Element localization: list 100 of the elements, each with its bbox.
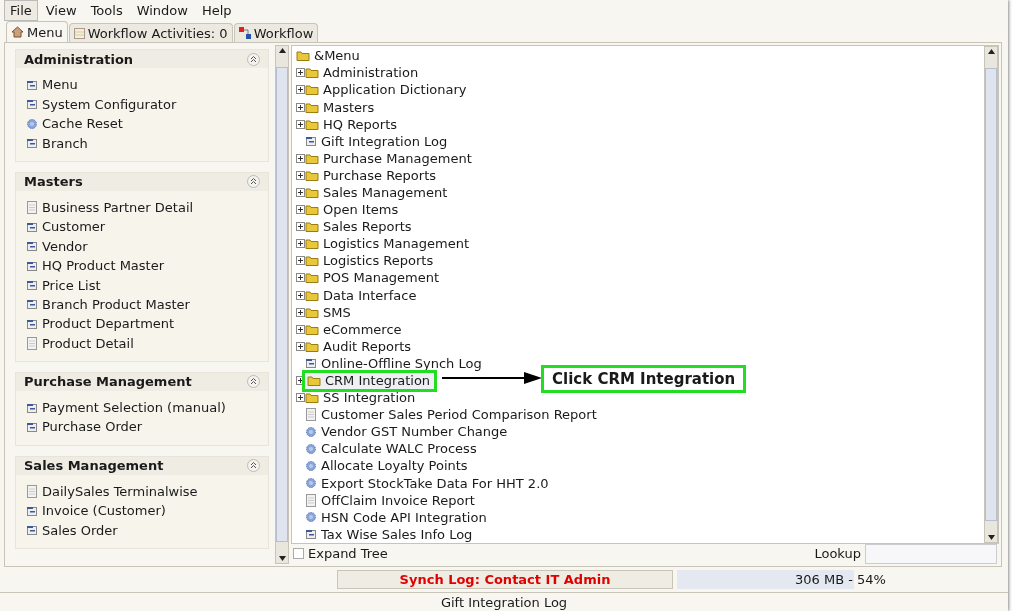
tree-node[interactable]: eCommerce bbox=[305, 321, 406, 338]
scroll-up-icon[interactable] bbox=[277, 46, 287, 56]
tab[interactable]: Menu bbox=[6, 21, 68, 43]
expand-icon[interactable] bbox=[296, 393, 305, 403]
tree-node[interactable]: Masters bbox=[305, 99, 379, 115]
expand-icon[interactable] bbox=[296, 205, 305, 215]
tree-node[interactable]: Export StockTake Data For HHT 2.0 bbox=[305, 475, 553, 492]
menu-item[interactable]: View bbox=[39, 0, 83, 22]
tree-node[interactable]: Data Interface bbox=[305, 287, 421, 304]
tree-node[interactable]: Logistics Management bbox=[305, 235, 473, 252]
folder-icon bbox=[305, 204, 319, 216]
expand-icon[interactable] bbox=[296, 119, 305, 129]
folder-icon bbox=[305, 169, 319, 181]
tree-node[interactable]: Administration bbox=[305, 64, 423, 81]
expand-icon[interactable] bbox=[296, 341, 305, 351]
tree-node[interactable]: Calculate WALC Process bbox=[305, 440, 481, 457]
memory-reading: 306 MB - 54% bbox=[795, 572, 886, 588]
menu-entry[interactable]: Customer bbox=[26, 217, 268, 237]
folder-icon bbox=[305, 187, 319, 198]
window-icon bbox=[305, 135, 317, 148]
tree-node[interactable]: Customer Sales Period Comparison Report bbox=[305, 406, 601, 423]
tree-node[interactable]: Vendor GST Number Change bbox=[305, 423, 512, 440]
folder-icon bbox=[305, 101, 319, 113]
tree-node[interactable]: Purchase Management bbox=[305, 150, 476, 167]
tree-node[interactable]: Application Dictionary bbox=[305, 81, 471, 98]
menu-entry[interactable]: Business Partner Detail bbox=[26, 197, 268, 218]
flow-icon bbox=[238, 27, 251, 40]
expand-icon[interactable] bbox=[296, 239, 305, 249]
folder-icon bbox=[305, 340, 319, 352]
menu-entry[interactable]: Product Detail bbox=[26, 333, 268, 353]
document-icon bbox=[26, 200, 38, 214]
collapse-icon[interactable] bbox=[247, 52, 260, 66]
checkbox[interactable] bbox=[293, 548, 304, 560]
synch-log-button[interactable]: Synch Log: Contact IT Admin bbox=[337, 570, 673, 590]
folder-icon bbox=[305, 221, 319, 233]
expand-icon[interactable] bbox=[296, 188, 305, 197]
menu-entry[interactable]: Branch bbox=[26, 133, 268, 153]
expand-icon[interactable] bbox=[296, 170, 305, 180]
table-icon bbox=[73, 27, 85, 39]
expand-icon[interactable] bbox=[296, 290, 305, 300]
tab[interactable]: Workflow bbox=[233, 23, 319, 43]
tree-node[interactable]: SS Integration bbox=[305, 389, 420, 406]
expand-icon[interactable] bbox=[296, 324, 305, 334]
tree-node[interactable]: POS Management bbox=[305, 269, 444, 286]
menu-entry[interactable]: Vendor bbox=[26, 236, 268, 256]
tree-node[interactable]: Open Items bbox=[305, 201, 403, 218]
expand-icon[interactable] bbox=[296, 153, 305, 163]
tree-node[interactable]: Sales Management bbox=[305, 184, 452, 201]
lookup-field[interactable] bbox=[865, 543, 997, 564]
window-icon bbox=[26, 98, 38, 111]
menu-item[interactable]: File bbox=[4, 0, 38, 22]
menu-entry[interactable]: System Configurator bbox=[26, 94, 268, 114]
tree-node[interactable]: CRM Integration bbox=[302, 369, 438, 392]
menu-entry[interactable]: Price List bbox=[26, 275, 268, 295]
expand-icon[interactable] bbox=[296, 85, 305, 95]
tree-node[interactable]: Purchase Reports bbox=[305, 167, 441, 184]
scroll-down-icon[interactable] bbox=[277, 553, 287, 563]
scrollbar[interactable] bbox=[275, 45, 289, 564]
collapse-icon[interactable] bbox=[247, 175, 260, 189]
menu-item[interactable]: Tools bbox=[84, 0, 129, 22]
tree-node[interactable]: HSN Code API Integration bbox=[305, 509, 491, 526]
tree-root[interactable]: &Menu bbox=[296, 47, 364, 64]
menu-entry[interactable]: Sales Order bbox=[26, 520, 268, 540]
expand-icon[interactable] bbox=[296, 222, 305, 232]
menu-entry[interactable]: Cache Reset bbox=[26, 113, 268, 134]
scrollbar[interactable] bbox=[984, 46, 998, 543]
menu-entry[interactable]: Payment Selection (manual) bbox=[26, 397, 268, 418]
window-icon bbox=[26, 524, 38, 537]
tree-node[interactable]: Audit Reports bbox=[305, 338, 416, 355]
collapse-icon[interactable] bbox=[247, 375, 260, 389]
expand-icon[interactable] bbox=[296, 273, 305, 283]
menu-entry[interactable]: Menu bbox=[26, 75, 268, 95]
menu-item[interactable]: Help bbox=[195, 0, 238, 22]
menu-entry[interactable]: Purchase Order bbox=[26, 417, 268, 437]
tab[interactable]: Workflow Activities: 0 bbox=[68, 23, 233, 43]
gear-icon bbox=[305, 425, 317, 438]
tree-node[interactable]: Gift Integration Log bbox=[305, 133, 452, 150]
field-label: Lookup bbox=[814, 546, 861, 562]
scroll-up-icon[interactable] bbox=[986, 47, 996, 57]
tree-node[interactable]: Logistics Reports bbox=[305, 252, 438, 269]
menu-entry[interactable]: Invoice (Customer) bbox=[26, 501, 268, 521]
tree-node[interactable]: Online-Offline Synch Log bbox=[305, 355, 486, 372]
tree-node[interactable]: Tax Wise Sales Info Log bbox=[305, 526, 477, 543]
expand-icon[interactable] bbox=[296, 102, 305, 112]
menu-item[interactable]: Window bbox=[130, 0, 194, 22]
home-icon bbox=[11, 26, 24, 39]
menu-entry[interactable]: HQ Product Master bbox=[26, 255, 268, 276]
tree-node[interactable]: SMS bbox=[305, 304, 355, 321]
expand-icon[interactable] bbox=[296, 68, 305, 78]
tree-node[interactable]: Sales Reports bbox=[305, 218, 416, 235]
expand-icon[interactable] bbox=[296, 256, 305, 266]
menu-entry[interactable]: DailySales Terminalwise bbox=[26, 481, 268, 502]
tree-node[interactable]: Allocate Loyalty Points bbox=[305, 458, 472, 474]
expand-icon[interactable] bbox=[296, 307, 305, 317]
tree-node[interactable]: OffClaim Invoice Report bbox=[305, 492, 479, 509]
collapse-icon[interactable] bbox=[247, 459, 260, 473]
menu-entry[interactable]: Product Department bbox=[26, 314, 268, 334]
tree-node[interactable]: HQ Reports bbox=[305, 116, 401, 133]
menu-entry[interactable]: Branch Product Master bbox=[26, 294, 268, 315]
window-icon bbox=[26, 240, 38, 253]
